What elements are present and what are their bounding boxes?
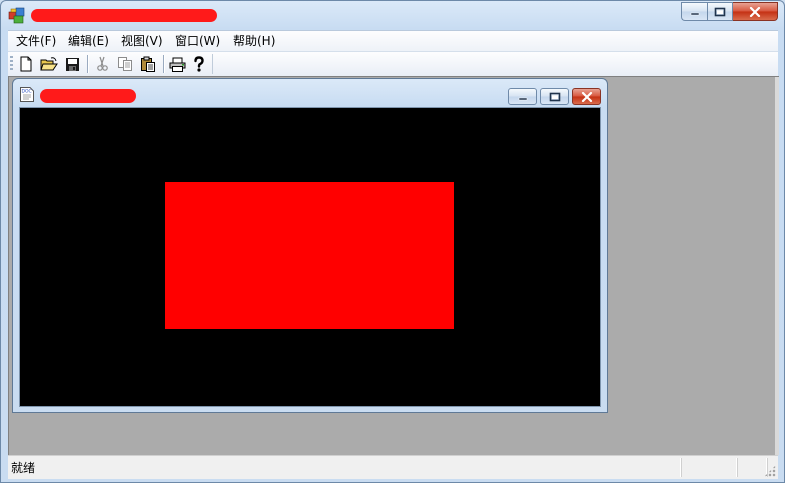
maximize-icon xyxy=(714,7,726,16)
toolbar-end-line xyxy=(212,54,213,74)
window-title xyxy=(31,5,217,23)
close-icon xyxy=(581,91,592,102)
status-pane-num xyxy=(737,458,768,477)
save-disk-icon xyxy=(65,57,79,71)
menu-view[interactable]: 视图(V) xyxy=(120,33,164,50)
title-bar[interactable] xyxy=(1,1,784,29)
redacted-child-title-mark xyxy=(40,88,136,103)
view-canvas[interactable] xyxy=(19,107,601,407)
print-button[interactable] xyxy=(166,54,188,74)
new-document-icon xyxy=(20,56,32,72)
toolbar-separator xyxy=(87,55,88,73)
cut-scissors-icon xyxy=(97,56,108,71)
save-button[interactable] xyxy=(61,54,83,74)
open-button[interactable] xyxy=(38,54,60,74)
maximize-button[interactable] xyxy=(707,2,733,21)
redacted-title-mark xyxy=(31,9,217,22)
status-text: 就绪 xyxy=(11,461,36,475)
paste-button[interactable] xyxy=(137,54,159,74)
paste-clipboard-icon xyxy=(141,56,155,72)
app-icon[interactable] xyxy=(8,7,26,24)
child-caption-buttons xyxy=(508,88,601,105)
red-rectangle xyxy=(165,182,454,329)
toolbar-separator xyxy=(163,55,164,73)
child-window[interactable]: DOC xyxy=(12,78,608,413)
mdi-edge xyxy=(775,77,779,455)
toolbar-grip[interactable] xyxy=(10,56,13,72)
restore-icon xyxy=(549,92,560,101)
main-window: 文件(F) 编辑(E) 视图(V) 窗口(W) 帮助(H) DOC 就绪 xyxy=(0,0,785,483)
help-button[interactable] xyxy=(188,54,210,74)
menu-file[interactable]: 文件(F) xyxy=(15,33,57,50)
toolbar xyxy=(8,51,778,77)
minimize-icon xyxy=(518,97,527,100)
open-folder-icon xyxy=(40,56,58,70)
child-restore-button[interactable] xyxy=(540,88,569,105)
menu-bar: 文件(F) 编辑(E) 视图(V) 窗口(W) 帮助(H) xyxy=(8,30,778,51)
caption-buttons xyxy=(681,2,778,21)
cut-button[interactable] xyxy=(91,54,113,74)
child-close-button[interactable] xyxy=(572,88,601,105)
svg-text:DOC: DOC xyxy=(22,89,32,95)
close-button[interactable] xyxy=(733,2,778,21)
document-icon[interactable]: DOC xyxy=(19,86,35,103)
copy-button[interactable] xyxy=(114,54,136,74)
help-question-icon xyxy=(194,55,204,72)
minimize-button[interactable] xyxy=(681,2,707,21)
menu-edit[interactable]: 编辑(E) xyxy=(67,33,110,50)
new-button[interactable] xyxy=(15,54,37,74)
status-pane-cap xyxy=(681,458,738,477)
menu-help[interactable]: 帮助(H) xyxy=(232,33,276,50)
mdi-client-area[interactable]: DOC xyxy=(8,76,779,455)
copy-icon xyxy=(118,57,132,71)
child-minimize-button[interactable] xyxy=(508,88,537,105)
minimize-icon xyxy=(690,12,699,15)
close-icon xyxy=(749,6,761,17)
status-bar: 就绪 xyxy=(8,455,778,479)
child-window-title xyxy=(40,87,136,103)
print-icon xyxy=(169,57,185,72)
menu-window[interactable]: 窗口(W) xyxy=(174,33,221,50)
